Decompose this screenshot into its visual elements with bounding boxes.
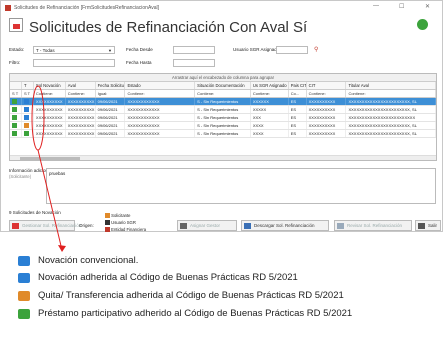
annotation-overlay xyxy=(31,85,66,252)
legend-color-icon xyxy=(18,308,30,319)
legend-text: Novación adherida al Código de Buenas Pr… xyxy=(38,272,298,283)
legend-text: Novación convencional. xyxy=(38,255,139,266)
legend-color-icon xyxy=(18,272,30,283)
annotation-ellipse xyxy=(31,85,45,151)
legend-item: Préstamo participativo adherido al Códig… xyxy=(18,308,352,319)
legend-item: Novación convencional. xyxy=(18,255,138,266)
arrow-head-icon xyxy=(58,245,66,252)
legend-text: Préstamo participativo adherido al Códig… xyxy=(38,308,353,319)
legend-text: Quita/ Transferencia adherida al Código … xyxy=(38,290,344,301)
legend-color-icon xyxy=(18,290,30,301)
legend-item: Quita/ Transferencia adherida al Código … xyxy=(18,290,344,301)
legend-item: Novación adherida al Código de Buenas Pr… xyxy=(18,272,298,283)
legend-color-icon xyxy=(18,255,30,266)
annotation-arrow xyxy=(37,149,63,251)
